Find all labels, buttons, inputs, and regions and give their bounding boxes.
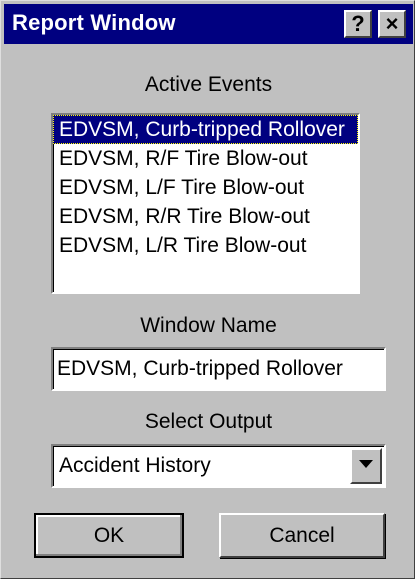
window-name-field[interactable]: EDVSM, Curb-tripped Rollover xyxy=(51,347,386,391)
window-title: Report Window xyxy=(12,10,176,35)
cancel-button[interactable]: Cancel xyxy=(219,513,385,558)
ok-button[interactable]: OK xyxy=(34,513,184,558)
chevron-down-icon xyxy=(359,460,373,468)
list-item[interactable]: EDVSM, L/R Tire Blow-out xyxy=(53,231,358,260)
list-item[interactable]: EDVSM, R/R Tire Blow-out xyxy=(53,202,358,231)
report-window-dialog: Report Window ? × Active Events EDVSM, C… xyxy=(0,0,415,579)
active-events-label: Active Events xyxy=(144,73,273,96)
select-output-value: Accident History xyxy=(59,454,211,477)
select-output-label: Select Output xyxy=(144,410,273,433)
help-button[interactable]: ? xyxy=(344,10,372,38)
window-name-label: Window Name xyxy=(140,314,277,337)
select-output-dropdown[interactable]: Accident History xyxy=(51,444,386,488)
close-button[interactable]: × xyxy=(378,10,406,38)
close-icon: × xyxy=(385,11,399,36)
dropdown-arrow-button[interactable] xyxy=(350,448,382,484)
list-item[interactable]: EDVSM, L/F Tire Blow-out xyxy=(53,173,358,202)
title-bar[interactable]: Report Window ? × xyxy=(4,4,413,44)
question-mark-icon: ? xyxy=(351,11,365,36)
active-events-list[interactable]: EDVSM, Curb-tripped Rollover EDVSM, R/F … xyxy=(51,113,360,294)
list-item[interactable]: EDVSM, R/F Tire Blow-out xyxy=(53,144,358,173)
list-item[interactable]: EDVSM, Curb-tripped Rollover xyxy=(53,115,358,144)
